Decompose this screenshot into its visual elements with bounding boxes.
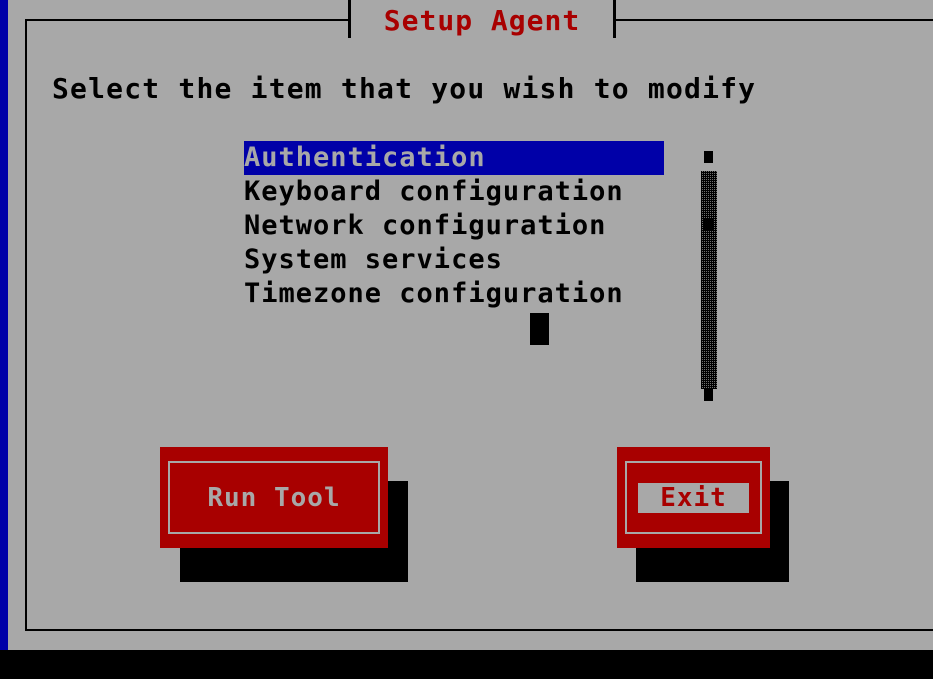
exit-button-label: Exit: [617, 447, 770, 548]
list-item-system-services[interactable]: System services: [244, 243, 664, 277]
list-item-timezone-configuration[interactable]: Timezone configuration: [244, 277, 664, 311]
prompt-text: Select the item that you wish to modify: [52, 72, 757, 105]
list-item-authentication[interactable]: Authentication: [244, 141, 664, 175]
scroll-down-arrow-icon[interactable]: [704, 389, 713, 401]
run-tool-button[interactable]: Run Tool: [160, 447, 388, 548]
title-bar-right: [613, 0, 616, 38]
run-tool-button-label: Run Tool: [207, 482, 341, 513]
setup-agent-dialog: Setup Agent Select the item that you wis…: [8, 0, 933, 650]
scroll-up-arrow-icon[interactable]: [704, 151, 713, 163]
exit-button-text: Exit: [638, 482, 749, 513]
tool-list[interactable]: Authentication Keyboard configuration Ne…: [244, 141, 664, 311]
list-item-keyboard-configuration[interactable]: Keyboard configuration: [244, 175, 664, 209]
exit-button[interactable]: Exit: [617, 447, 770, 548]
window-title-box: Setup Agent: [348, 0, 616, 38]
scrollbar-track[interactable]: [701, 171, 717, 389]
list-item-network-configuration[interactable]: Network configuration: [244, 209, 664, 243]
scrollbar-thumb[interactable]: [704, 219, 713, 231]
list-scrollbar[interactable]: [701, 141, 717, 408]
window-title: Setup Agent: [383, 4, 581, 37]
cursor-block-icon: [530, 313, 549, 345]
